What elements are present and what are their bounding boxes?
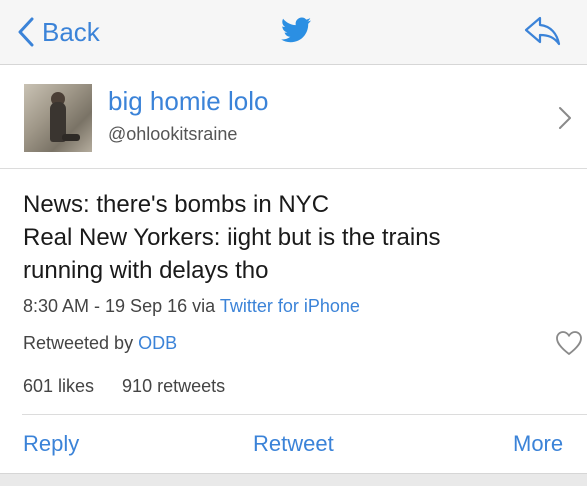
source-link[interactable]: Twitter for iPhone xyxy=(220,296,360,316)
share-arrow-icon[interactable] xyxy=(522,14,562,48)
chevron-left-icon xyxy=(18,17,34,47)
tweet-meta: 8:30 AM - 19 Sep 16 via Twitter for iPho… xyxy=(23,296,360,317)
tweet-text: News: there's bombs in NYC Real New York… xyxy=(23,188,441,287)
display-name[interactable]: big homie lolo xyxy=(108,86,268,117)
avatar[interactable] xyxy=(24,84,92,152)
avatar-figure-leg xyxy=(62,134,80,141)
retweeted-by-label: Retweeted by xyxy=(23,333,134,353)
user-handle: @ohlookitsraine xyxy=(108,124,238,144)
heart-icon[interactable] xyxy=(555,330,583,356)
bottom-toolbar-edge xyxy=(0,473,587,486)
retweet-button[interactable]: Retweet xyxy=(253,431,334,457)
more-button[interactable]: More xyxy=(513,431,563,457)
action-bar: Reply Retweet More xyxy=(0,415,587,473)
profile-row[interactable]: big homie lolo @ohlookitsraine xyxy=(0,64,587,169)
tweet-line: Real New Yorkers: iight but is the train… xyxy=(23,224,441,251)
timestamp: 8:30 AM - 19 Sep 16 xyxy=(23,296,188,316)
back-button[interactable]: Back xyxy=(18,12,100,52)
navigation-bar: Back xyxy=(0,0,587,65)
via-label: via xyxy=(192,296,216,316)
twitter-bird-icon xyxy=(281,17,311,43)
tweet-line: running with delays tho xyxy=(23,257,269,284)
likes-count[interactable]: 601 likes xyxy=(23,376,94,396)
retweeter-link[interactable]: ODB xyxy=(138,333,177,353)
back-label: Back xyxy=(42,16,100,47)
tweet-stats: 601 likes 910 retweets xyxy=(23,376,225,397)
tweet-line: News: there's bombs in NYC xyxy=(23,191,330,218)
reply-button[interactable]: Reply xyxy=(23,431,79,457)
retweeted-by-row: Retweeted by ODB xyxy=(23,333,177,354)
chevron-right-icon xyxy=(559,107,571,129)
retweets-count[interactable]: 910 retweets xyxy=(122,376,225,396)
